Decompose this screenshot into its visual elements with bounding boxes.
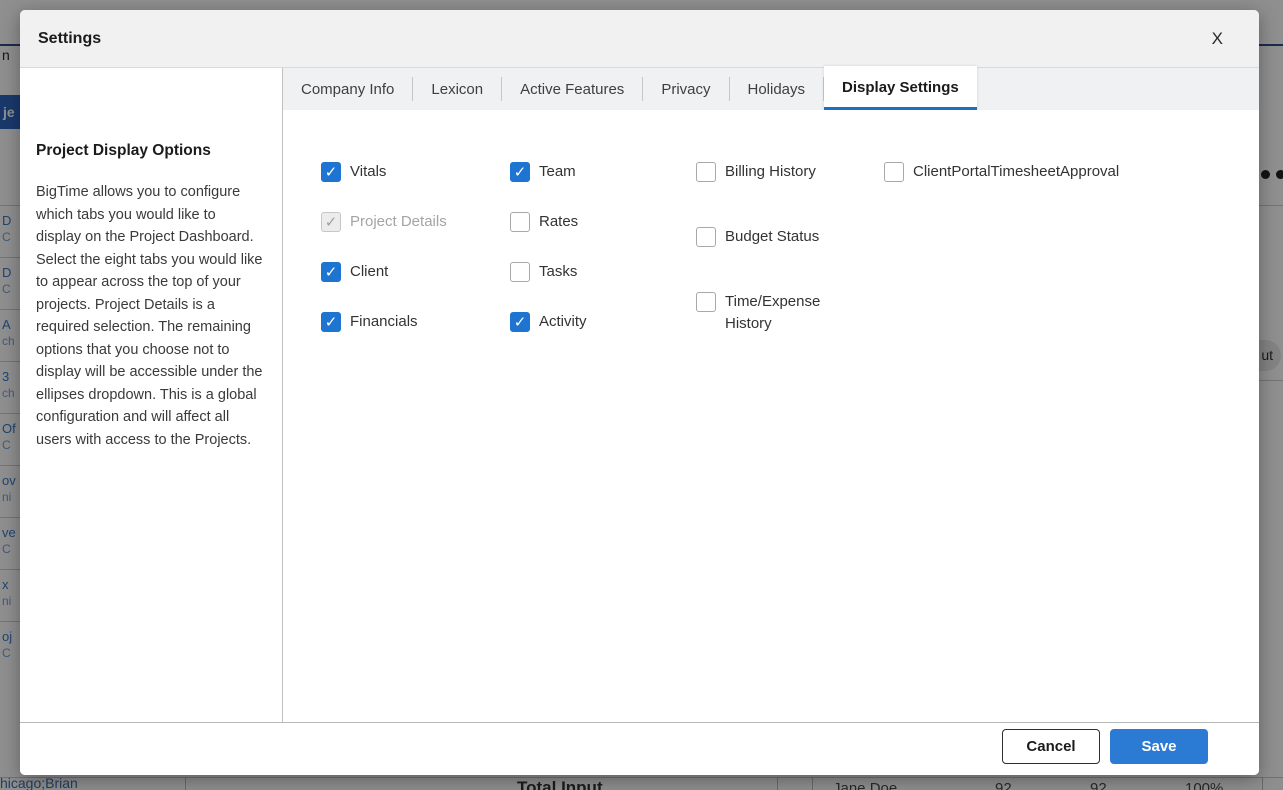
checkbox-box-icon[interactable]: [884, 162, 904, 182]
checkbox-billing-history[interactable]: Billing History: [696, 162, 837, 183]
panel-description: BigTime allows you to configure which ta…: [36, 181, 264, 451]
checkbox-time-expense-history[interactable]: Time/Expense History: [696, 292, 837, 335]
checkbox-box-icon[interactable]: [696, 162, 716, 182]
cancel-button[interactable]: Cancel: [1002, 729, 1100, 764]
checkbox-label: Team: [539, 162, 576, 182]
checkbox-clientportaltimesheetapproval[interactable]: ClientPortalTimesheetApproval: [884, 162, 1119, 182]
modal-content: Company Info Lexicon Active Features Pri…: [283, 68, 1259, 722]
checkbox-box-icon[interactable]: [321, 262, 341, 282]
options-column-2: Team Rates Tasks Activity: [510, 162, 587, 332]
tab-active-features[interactable]: Active Features: [502, 68, 642, 110]
checkbox-box-icon[interactable]: [510, 262, 530, 282]
checkbox-label: Client: [350, 262, 388, 282]
checkbox-label: ClientPortalTimesheetApproval: [913, 162, 1119, 182]
checkbox-team[interactable]: Team: [510, 162, 587, 182]
tab-holidays[interactable]: Holidays: [730, 68, 824, 110]
checkbox-box-icon[interactable]: [696, 227, 716, 247]
modal-header: Settings X: [20, 10, 1259, 68]
modal-footer: Cancel Save: [20, 723, 1259, 775]
close-icon[interactable]: X: [1204, 25, 1231, 53]
options-column-4: ClientPortalTimesheetApproval: [884, 162, 1119, 182]
checkbox-vitals[interactable]: Vitals: [321, 162, 447, 182]
checkbox-box-icon[interactable]: [696, 292, 716, 312]
checkbox-label: Billing History: [725, 161, 816, 183]
checkbox-box-icon[interactable]: [321, 312, 341, 332]
checkbox-label: Financials: [350, 312, 418, 332]
checkbox-label: Tasks: [539, 262, 577, 282]
options-description-panel: Project Display Options BigTime allows y…: [20, 68, 283, 722]
checkbox-box-icon[interactable]: [510, 212, 530, 232]
checkbox-box-icon[interactable]: [321, 162, 341, 182]
checkbox-financials[interactable]: Financials: [321, 312, 447, 332]
options-column-3: Billing History Budget Status Time/Expen…: [696, 162, 837, 335]
app-page: n je DCDCAch3chOfCovniveCxniojC hicago;B…: [0, 0, 1283, 790]
checkbox-label: Budget Status: [725, 226, 819, 248]
settings-modal: Settings X Project Display Options BigTi…: [20, 10, 1259, 775]
checkbox-project-details: Project Details: [321, 212, 447, 232]
tab-display-settings[interactable]: Display Settings: [824, 66, 977, 110]
settings-tabbar: Company Info Lexicon Active Features Pri…: [283, 68, 1259, 110]
display-options-area: Vitals Project Details Client Finan: [283, 110, 1259, 722]
checkbox-rates[interactable]: Rates: [510, 212, 587, 232]
modal-title: Settings: [38, 30, 101, 48]
options-column-1: Vitals Project Details Client Finan: [321, 162, 447, 332]
panel-heading: Project Display Options: [36, 142, 264, 160]
checkbox-box-icon[interactable]: [510, 162, 530, 182]
checkbox-activity[interactable]: Activity: [510, 312, 587, 332]
save-button[interactable]: Save: [1110, 729, 1208, 764]
checkbox-budget-status[interactable]: Budget Status: [696, 227, 837, 248]
tab-lexicon[interactable]: Lexicon: [413, 68, 501, 110]
checkbox-label: Rates: [539, 212, 578, 232]
checkbox-box-icon: [321, 212, 341, 232]
checkbox-box-icon[interactable]: [510, 312, 530, 332]
checkbox-label: Project Details: [350, 212, 447, 232]
tab-privacy[interactable]: Privacy: [643, 68, 728, 110]
checkbox-client[interactable]: Client: [321, 262, 447, 282]
checkbox-label: Activity: [539, 312, 587, 332]
checkbox-label: Vitals: [350, 162, 386, 182]
checkbox-label: Time/Expense History: [725, 291, 837, 335]
modal-body: Project Display Options BigTime allows y…: [20, 68, 1259, 723]
tab-company-info[interactable]: Company Info: [283, 68, 412, 110]
checkbox-tasks[interactable]: Tasks: [510, 262, 587, 282]
